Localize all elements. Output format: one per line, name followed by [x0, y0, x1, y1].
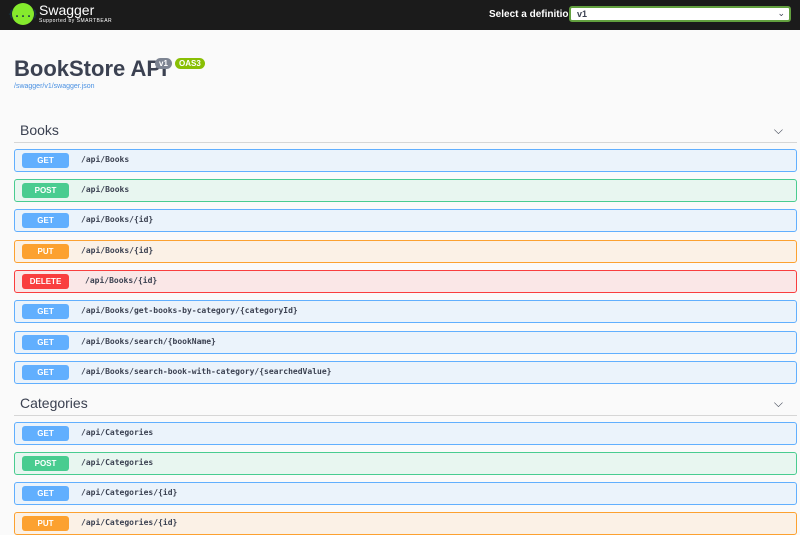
operation-row[interactable]: DELETE /api/Books/{id} — [14, 270, 797, 293]
operation-path: /api/Categories/{id} — [81, 518, 178, 527]
method-badge: POST — [22, 183, 69, 198]
brand-subtitle: Supported by SMARTBEAR — [39, 18, 113, 24]
operation-row[interactable]: PUT /api/Categories/{id} — [14, 512, 797, 535]
operation-row[interactable]: GET /api/Books/search/{bookName} — [14, 331, 797, 354]
definition-select-value: v1 — [577, 9, 588, 19]
api-title: BookStore API — [14, 56, 168, 81]
operation-path: /api/Books — [81, 185, 130, 194]
chevron-down-icon[interactable]: ⌵ — [774, 396, 783, 411]
operation-row[interactable]: POST /api/Categories — [14, 452, 797, 475]
method-badge: GET — [22, 426, 69, 441]
operation-row[interactable]: GET /api/Books — [14, 149, 797, 172]
brand-name[interactable]: Swagger — [39, 2, 94, 18]
swagger-logo-icon[interactable]: {...} — [8, 3, 38, 25]
section-title: Categories — [20, 395, 88, 411]
section-categories[interactable]: Categories ⌵ — [14, 394, 797, 416]
method-badge: GET — [22, 486, 69, 501]
method-badge: GET — [22, 153, 69, 168]
operation-path: /api/Books/search-book-with-category/{se… — [81, 367, 332, 376]
operation-row[interactable]: GET /api/Books/search-book-with-category… — [14, 361, 797, 384]
operation-path: /api/Books/{id} — [81, 246, 154, 255]
method-badge: GET — [22, 365, 69, 380]
operation-path: /api/Books/get-books-by-category/{catego… — [81, 306, 298, 315]
operation-path: /api/Categories — [81, 428, 154, 437]
section-books[interactable]: Books ⌵ — [14, 121, 797, 143]
method-badge: PUT — [22, 244, 69, 259]
operation-row[interactable]: GET /api/Books/{id} — [14, 209, 797, 232]
definition-select[interactable]: v1 ⌄ — [569, 6, 791, 22]
operation-row[interactable]: GET /api/Books/get-books-by-category/{ca… — [14, 300, 797, 323]
definition-label: Select a definition — [489, 9, 575, 20]
operation-path: /api/Categories/{id} — [81, 488, 178, 497]
operation-path: /api/Books/{id} — [81, 215, 154, 224]
operation-row[interactable]: GET /api/Categories/{id} — [14, 482, 797, 505]
method-badge: PUT — [22, 516, 69, 531]
operation-path: /api/Categories — [81, 458, 154, 467]
chevron-down-icon[interactable]: ⌵ — [774, 123, 783, 138]
operation-row[interactable]: GET /api/Categories — [14, 422, 797, 445]
method-badge: POST — [22, 456, 69, 471]
section-title: Books — [20, 122, 59, 138]
top-bar: {...} Swagger Supported by SMARTBEAR Sel… — [0, 0, 800, 30]
operation-row[interactable]: POST /api/Books — [14, 179, 797, 202]
spec-link[interactable]: /swagger/v1/swagger.json — [14, 83, 95, 90]
method-badge: DELETE — [22, 274, 69, 289]
oas-badge: OAS3 — [175, 58, 205, 69]
logo-glyph: {...} — [7, 8, 39, 20]
operation-row[interactable]: PUT /api/Books/{id} — [14, 240, 797, 263]
version-badge: v1 — [155, 58, 172, 69]
method-badge: GET — [22, 213, 69, 228]
method-badge: GET — [22, 335, 69, 350]
method-badge: GET — [22, 304, 69, 319]
chevron-down-icon: ⌄ — [777, 8, 785, 18]
operation-path: /api/Books — [81, 155, 130, 164]
operation-path: /api/Books/{id} — [85, 276, 158, 285]
operation-path: /api/Books/search/{bookName} — [81, 337, 216, 346]
